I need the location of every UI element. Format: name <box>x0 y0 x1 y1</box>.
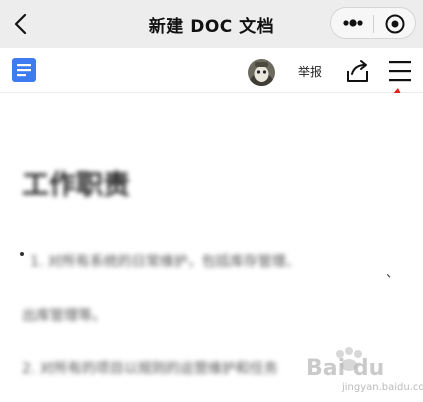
menu-icon[interactable] <box>386 58 414 84</box>
mini-program-capsule <box>330 7 416 39</box>
capsule-divider <box>373 15 374 33</box>
watermark-subtext: jingyan.baidu.com <box>342 382 423 393</box>
avatar[interactable] <box>248 59 275 86</box>
doc-file-icon <box>11 58 37 82</box>
nav-bar: 新建 DOC 文档 <box>0 0 423 48</box>
paragraph-2: 出库管理等。 <box>22 308 106 324</box>
share-icon[interactable] <box>344 57 372 85</box>
paragraph-1: 1. 对所有系统的日常维护，包括库存管理、 <box>30 254 300 270</box>
list-bullet <box>20 252 24 256</box>
close-mini-program-icon[interactable] <box>383 12 407 36</box>
paragraph-3: 2. 对所有的项目以规则的运营维护和任务 <box>22 361 278 377</box>
watermark-text: Bai du <box>306 356 385 381</box>
paragraph-trailing-mark: 、 <box>386 266 400 281</box>
document-heading: 工作职责 <box>22 170 130 201</box>
report-button[interactable]: 举报 <box>298 63 322 80</box>
more-icon[interactable] <box>339 12 367 34</box>
watermark: Bai du jingyan.baidu.com <box>306 347 423 398</box>
